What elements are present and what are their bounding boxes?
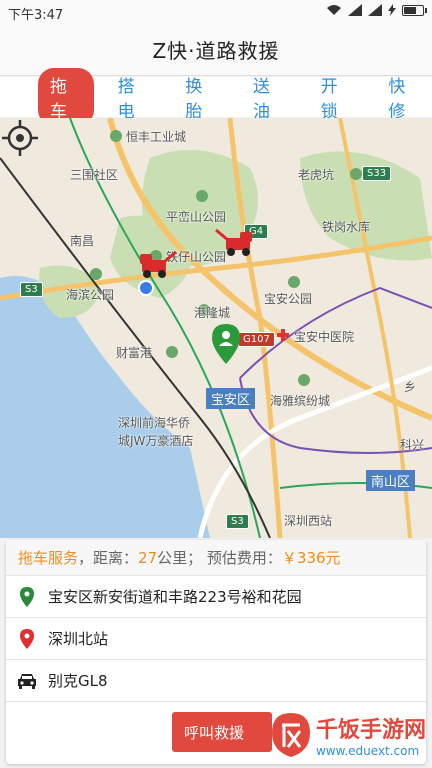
poi-marker	[196, 190, 208, 202]
distance-label: ，距离：	[78, 549, 139, 567]
district-baoan: 宝安区	[206, 388, 256, 409]
destination-row[interactable]: 深圳北站	[6, 618, 426, 660]
current-location-dot	[138, 280, 154, 296]
service-type: 拖车服务	[18, 549, 79, 567]
start-address: 宝安区新安街道和丰路223号裕和花园	[48, 588, 302, 606]
page-title: Z快·道路救援	[152, 39, 280, 63]
green-pin-icon	[16, 586, 38, 607]
car-icon	[16, 673, 38, 689]
poi-marker	[110, 130, 122, 142]
service-summary: 拖车服务 ，距离： 27 公里 ； 预估费用： ￥336元	[6, 540, 426, 576]
poi-marker	[298, 374, 310, 386]
red-pin-icon	[16, 628, 38, 649]
map-label: 科兴	[400, 438, 425, 452]
map-label: 三围社区	[70, 168, 119, 182]
signal-icon-2	[368, 4, 382, 16]
watermark-url: www.eduext.com	[315, 744, 420, 758]
service-tabs: 拖车 搭电 换胎 送油 开锁 快修	[0, 68, 432, 126]
call-rescue-button[interactable]: 呼叫救援	[172, 712, 272, 752]
fee-label: ； 预估费用：	[187, 549, 282, 567]
map-label: 铁岗水库	[322, 220, 371, 234]
map-label: 平峦山公园	[166, 210, 227, 224]
status-icons	[326, 4, 427, 16]
poi-marker	[166, 346, 178, 358]
map-label: 深圳前海华侨	[118, 416, 191, 430]
tow-truck-icon[interactable]	[212, 228, 258, 258]
map-label: 海雅缤纷城	[270, 394, 331, 408]
watermark-title: 千饭手游网	[315, 718, 426, 743]
signal-icon	[348, 4, 362, 16]
battery-icon	[402, 4, 427, 16]
road-shield-g107: G107	[238, 332, 275, 347]
locate-icon[interactable]	[0, 118, 40, 158]
map-label: 恒丰工业城	[126, 130, 187, 144]
poi-marker	[288, 276, 300, 288]
status-time: 下午3:47	[8, 8, 64, 23]
poi-marker	[90, 268, 102, 280]
district-nanshan: 南山区	[366, 470, 416, 491]
car-model: 别克GL8	[48, 672, 108, 690]
wifi-icon	[327, 5, 341, 15]
distance-value: 27	[138, 548, 158, 567]
road-shield-s3-south: S3	[226, 514, 249, 529]
fee-value: ￥336元	[281, 549, 341, 567]
watermark-logo-icon	[271, 713, 310, 757]
hospital-icon	[277, 329, 289, 341]
map-label: 深圳西站	[284, 514, 333, 528]
distance-unit: 公里	[157, 549, 188, 567]
map-label: 老虎坑	[298, 168, 335, 182]
status-bar: 下午3:47	[0, 0, 432, 24]
map-label: 财富港	[116, 346, 153, 360]
map-label: 港隆城	[194, 306, 231, 320]
watermark: 千饭手游网 www.eduext.com	[270, 706, 426, 764]
map-label: 海滨公园	[66, 288, 115, 302]
road-shield-s3: S3	[20, 282, 43, 297]
road-shield-s33: S33	[362, 166, 392, 181]
watermark-text: 千饭手游网 www.eduext.com	[316, 712, 426, 758]
tow-truck-icon[interactable]	[134, 250, 180, 280]
map-view[interactable]: S33 G4 S3 G107 S3 宝安区 南山区 恒丰工业城 三围社区 老虎坑…	[0, 118, 432, 538]
location-pin-icon[interactable]	[212, 324, 240, 364]
car-model-row[interactable]: 别克GL8	[6, 660, 426, 702]
map-label: 宝安公园	[264, 292, 313, 306]
map-label: 城JW万豪酒店	[118, 434, 194, 448]
poi-marker	[350, 168, 362, 180]
destination: 深圳北站	[48, 630, 109, 648]
start-address-row[interactable]: 宝安区新安街道和丰路223号裕和花园	[6, 576, 426, 618]
map-label: 乡	[404, 380, 417, 394]
charging-icon	[388, 4, 396, 16]
map-label: 宝安中医院	[294, 330, 355, 344]
map-label: 南昌	[70, 234, 95, 248]
